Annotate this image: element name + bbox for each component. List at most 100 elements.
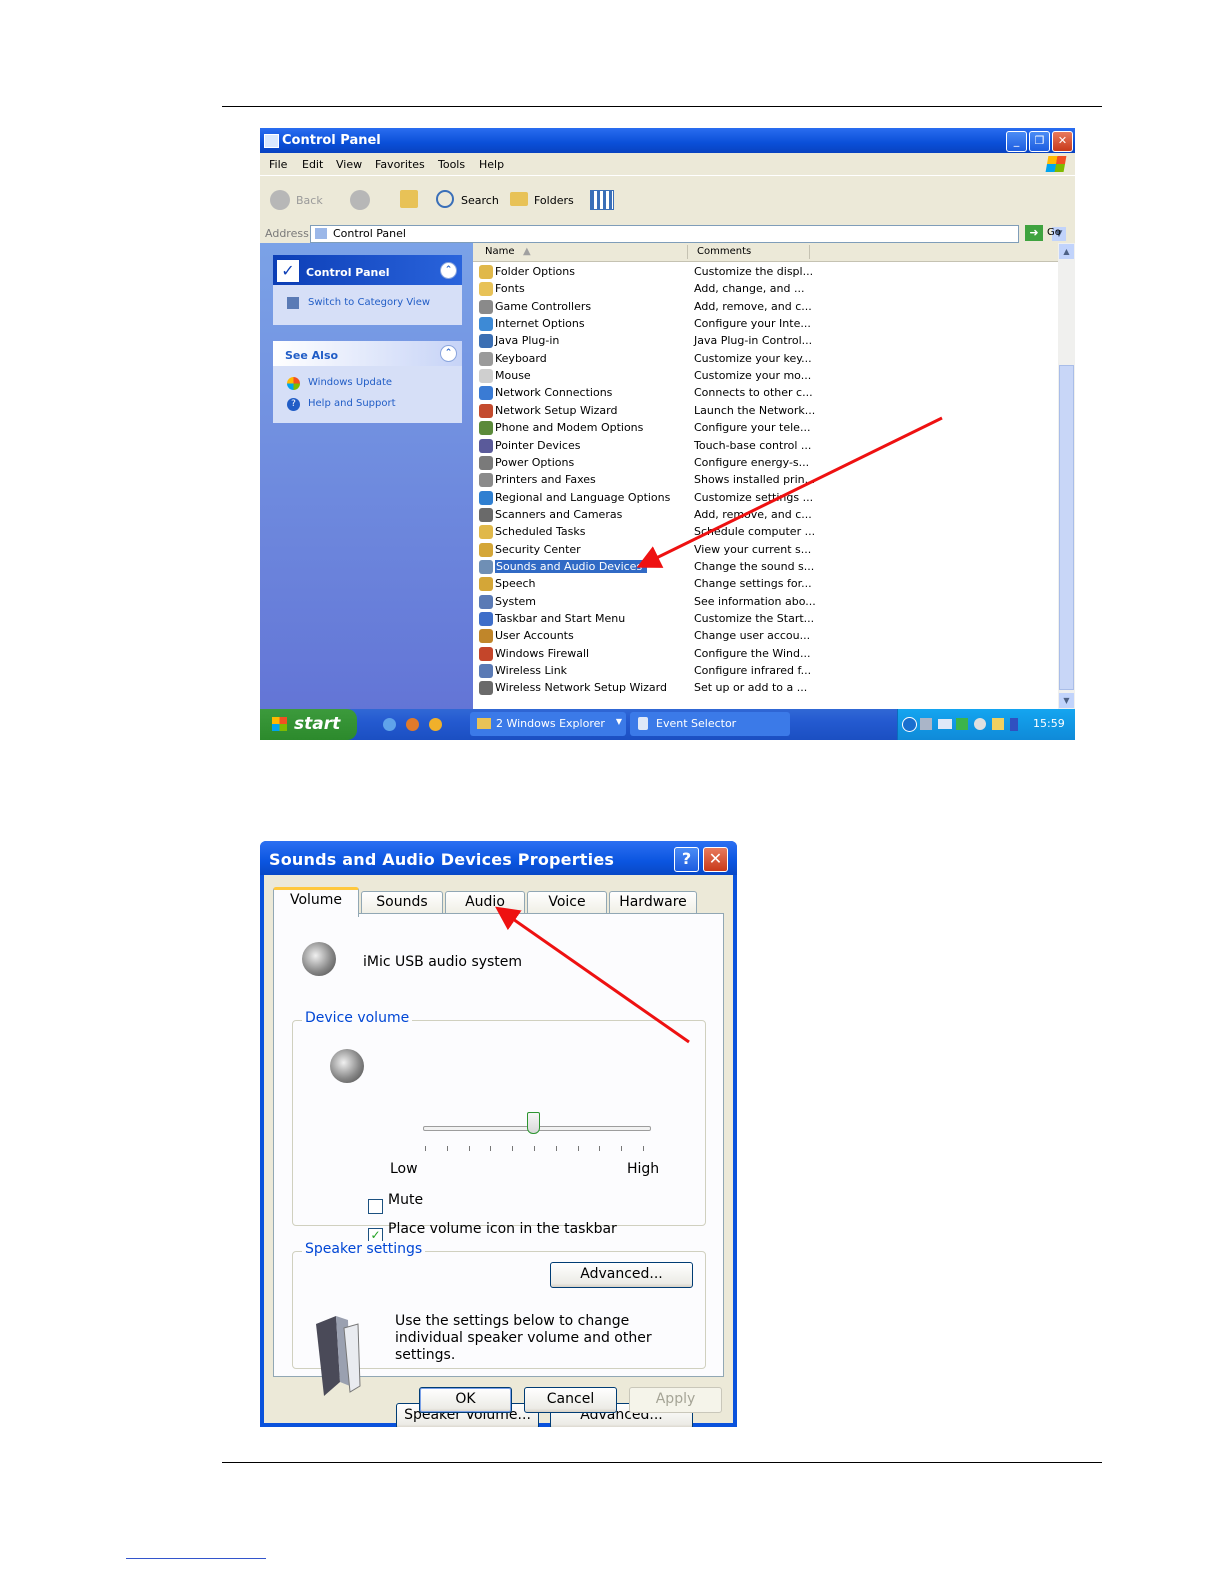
list-item[interactable]: Pointer Devices Touch-base control ... xyxy=(473,438,1058,455)
menu-file[interactable]: File xyxy=(269,158,287,171)
list-item[interactable]: Scanners and Cameras Add, remove, and c..… xyxy=(473,507,1058,524)
list-item[interactable]: Wireless Network Setup Wizard Set up or a… xyxy=(473,680,1058,697)
scroll-thumb[interactable] xyxy=(1059,365,1074,690)
list-item[interactable]: User Accounts Change user accou... xyxy=(473,628,1058,645)
tab-volume[interactable]: Volume xyxy=(273,887,359,917)
vertical-scrollbar[interactable]: ▲ ▼ xyxy=(1058,243,1075,709)
network-tray-icon[interactable] xyxy=(938,719,952,729)
list-item[interactable]: Network Connections Connects to other c..… xyxy=(473,385,1058,402)
mute-checkbox[interactable] xyxy=(368,1199,383,1214)
see-also-header[interactable]: See Also ⌃ xyxy=(273,341,462,366)
task-windows-explorer[interactable]: 2 Windows Explorer ▼ xyxy=(470,712,626,736)
address-input[interactable]: Control Panel ▼ xyxy=(310,225,1066,243)
list-item[interactable]: Wireless Link Configure infrared f... xyxy=(473,663,1058,680)
ok-button[interactable]: OK xyxy=(419,1387,512,1413)
dialog-body: Volume Sounds Audio Voice Hardware iMic … xyxy=(264,875,733,1427)
column-comments[interactable]: Comments xyxy=(697,246,751,257)
task-event-selector[interactable]: Event Selector xyxy=(630,712,790,736)
item-comment: Configure energy-s... xyxy=(694,455,810,469)
control-panel-header[interactable]: ✓ Control Panel ⌃ xyxy=(273,255,462,285)
switch-to-category-view-link[interactable]: Switch to Category View xyxy=(308,297,430,308)
scroll-down-icon[interactable]: ▼ xyxy=(1059,693,1074,708)
folders-icon[interactable] xyxy=(510,192,528,206)
close-button[interactable]: ✕ xyxy=(1052,131,1073,152)
windows-update-link[interactable]: Windows Update xyxy=(308,377,392,388)
toolbar: Back Search Folders xyxy=(260,175,1075,227)
list-item[interactable]: Keyboard Customize your key... xyxy=(473,351,1058,368)
folders-button[interactable]: Folders xyxy=(534,194,574,207)
tab-hardware[interactable]: Hardware xyxy=(609,891,697,913)
column-name[interactable]: Name xyxy=(485,246,515,257)
item-name: Network Setup Wizard xyxy=(495,403,618,417)
menu-view[interactable]: View xyxy=(336,158,362,171)
list-item[interactable]: Sounds and Audio Devices Change the sound… xyxy=(473,559,1058,576)
list-item[interactable]: Phone and Modem Options Configure your te… xyxy=(473,420,1058,437)
tab-audio[interactable]: Audio xyxy=(445,891,525,913)
list-item[interactable]: Network Setup Wizard Launch the Network..… xyxy=(473,403,1058,420)
speaker-icon xyxy=(330,1049,364,1083)
views-icon[interactable] xyxy=(590,190,614,210)
list-item[interactable]: Folder Options Customize the displ... xyxy=(473,264,1058,281)
menu-help[interactable]: Help xyxy=(479,158,504,171)
wireless-tray-icon[interactable] xyxy=(956,718,968,730)
item-name: Fonts xyxy=(495,282,525,296)
apply-button[interactable]: Apply xyxy=(629,1387,722,1413)
low-label: Low xyxy=(390,1161,418,1177)
close-button[interactable]: ✕ xyxy=(703,847,728,872)
item-comment: Customize the displ... xyxy=(694,265,814,278)
list-item[interactable]: Game Controllers Add, remove, and c... xyxy=(473,299,1058,316)
cancel-button[interactable]: Cancel xyxy=(524,1387,617,1413)
list-item[interactable]: Regional and Language Options Customize s… xyxy=(473,490,1058,507)
tab-label: Hardware xyxy=(619,894,687,910)
list-item[interactable]: Internet Options Configure your Inte... xyxy=(473,316,1058,333)
up-folder-icon[interactable] xyxy=(400,190,418,208)
item-comment: Customize the Start... xyxy=(694,612,815,625)
restore-button[interactable]: ❐ xyxy=(1029,131,1050,152)
tray-expand-icon[interactable] xyxy=(902,717,917,732)
ie-icon[interactable] xyxy=(383,718,396,731)
tab-voice[interactable]: Voice xyxy=(527,891,607,913)
collapse-chevron-icon[interactable]: ⌃ xyxy=(440,345,457,362)
minimize-button[interactable]: _ xyxy=(1006,131,1027,152)
list-item[interactable]: Windows Firewall Configure the Wind... xyxy=(473,646,1058,663)
media-player-icon[interactable] xyxy=(429,718,442,731)
list-item[interactable]: Mouse Customize your mo... xyxy=(473,368,1058,385)
firefox-icon[interactable] xyxy=(406,718,419,731)
list-item[interactable]: Fonts Add, change, and ... xyxy=(473,281,1058,298)
start-button[interactable]: start xyxy=(260,709,357,740)
search-button[interactable]: Search xyxy=(461,194,499,207)
menu-edit[interactable]: Edit xyxy=(302,158,323,171)
task-pane: ✓ Control Panel ⌃ Switch to Category Vie… xyxy=(260,243,473,709)
back-button[interactable]: Back xyxy=(296,194,323,207)
list-item[interactable]: Scheduled Tasks Schedule computer ... xyxy=(473,524,1058,541)
help-and-support-link[interactable]: Help and Support xyxy=(308,398,396,409)
menu-tools[interactable]: Tools xyxy=(438,158,465,171)
pointer-icon xyxy=(638,717,648,730)
list-item[interactable]: Printers and Faxes Shows installed prin..… xyxy=(473,472,1058,489)
back-arrow-icon[interactable] xyxy=(270,190,290,210)
scroll-up-icon[interactable]: ▲ xyxy=(1059,244,1074,259)
list-item[interactable]: Security Center View your current s... xyxy=(473,542,1058,559)
list-item[interactable]: Speech Change settings for... xyxy=(473,576,1058,593)
volume-tray-icon[interactable] xyxy=(920,718,932,730)
search-icon[interactable] xyxy=(436,190,454,208)
go-arrow-icon[interactable]: ➜ xyxy=(1025,225,1043,241)
go-button[interactable]: Go xyxy=(1047,227,1061,238)
tray-app-icon[interactable] xyxy=(992,718,1004,730)
help-button[interactable]: ? xyxy=(674,847,699,872)
control-panel-box: ✓ Control Panel ⌃ Switch to Category Vie… xyxy=(273,255,462,325)
collapse-chevron-icon[interactable]: ⌃ xyxy=(440,262,457,279)
tray-app-icon[interactable] xyxy=(1010,718,1018,731)
tab-sounds[interactable]: Sounds xyxy=(361,891,443,913)
list-item[interactable]: Power Options Configure energy-s... xyxy=(473,455,1058,472)
list-item[interactable]: Taskbar and Start Menu Customize the Star… xyxy=(473,611,1058,628)
menu-bar: File Edit View Favorites Tools Help xyxy=(260,153,1075,175)
list-item[interactable]: Java Plug-in Java Plug-in Control... xyxy=(473,333,1058,350)
item-comment: Change user accou... xyxy=(694,629,811,643)
tray-app-icon[interactable] xyxy=(974,718,986,730)
volume-slider-thumb[interactable] xyxy=(527,1112,540,1134)
forward-arrow-icon[interactable] xyxy=(350,190,370,210)
menu-favorites[interactable]: Favorites xyxy=(375,158,425,171)
slider-tick xyxy=(599,1146,601,1151)
list-item[interactable]: System See information abo... xyxy=(473,594,1058,611)
